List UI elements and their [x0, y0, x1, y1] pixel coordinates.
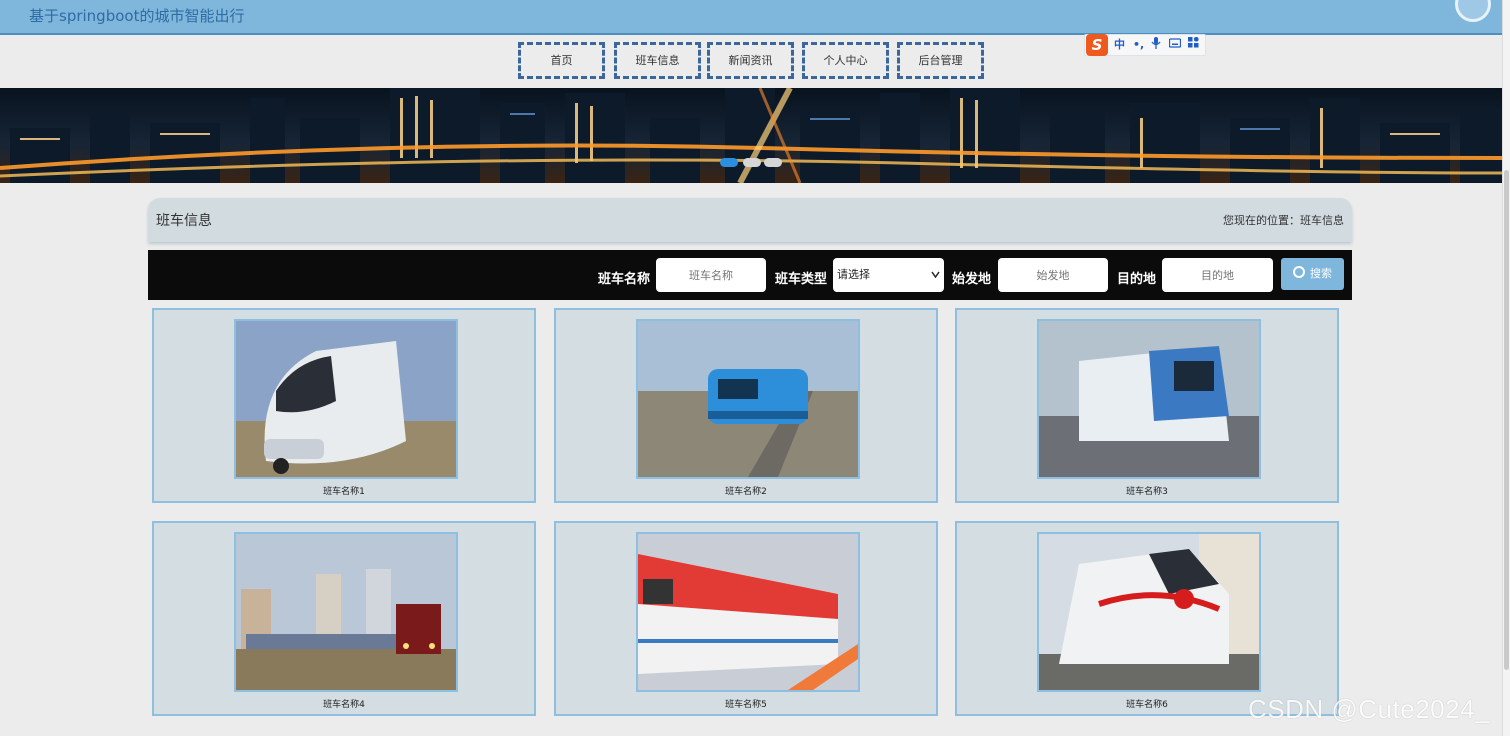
bus-image[interactable] — [234, 319, 458, 479]
carousel-dot-3[interactable] — [764, 158, 782, 167]
nav-item-admin[interactable]: 后台管理 — [897, 42, 984, 79]
search-button[interactable]: 搜索 — [1281, 258, 1344, 290]
red-white-train-photo — [638, 534, 858, 690]
bus-image[interactable] — [1037, 319, 1261, 479]
bus-image[interactable] — [234, 532, 458, 692]
breadcrumb-current[interactable]: 班车信息 — [1300, 214, 1344, 227]
origin-input[interactable] — [998, 258, 1108, 292]
bus-card[interactable]: 班车名称3 — [955, 308, 1339, 503]
bus-card[interactable]: 班车名称1 — [152, 308, 536, 503]
bus-card[interactable]: 班车名称6 — [955, 521, 1339, 716]
watermark: CSDN @Cute2024_ — [1248, 694, 1491, 724]
bus-type-label: 班车类型 — [775, 272, 828, 287]
bus-name: 班车名称2 — [725, 487, 767, 497]
nav-item-news[interactable]: 新闻资讯 — [707, 42, 794, 79]
bus-card[interactable]: 班车名称2 — [554, 308, 938, 503]
white-metro-train-photo — [236, 321, 456, 477]
site-title: 基于springboot的城市智能出行 — [29, 7, 245, 25]
destination-input[interactable] — [1162, 258, 1273, 292]
nav-item-profile[interactable]: 个人中心 — [802, 42, 889, 79]
apps-grid-icon[interactable] — [1188, 36, 1199, 54]
bus-image[interactable] — [636, 319, 860, 479]
bus-type-selected: 请选择 — [837, 268, 870, 281]
bus-name: 班车名称5 — [725, 700, 767, 710]
origin-label: 始发地 — [952, 272, 992, 287]
breadcrumb: 您现在的位置：班车信息 — [1223, 212, 1344, 228]
bus-name: 班车名称4 — [323, 700, 365, 710]
bus-name-label: 班车名称 — [598, 272, 651, 287]
bus-name: 班车名称1 — [323, 487, 365, 497]
user-avatar[interactable] — [1455, 0, 1491, 22]
bus-image[interactable] — [636, 532, 860, 692]
destination-label: 目的地 — [1117, 272, 1157, 287]
bus-image[interactable] — [1037, 532, 1261, 692]
bus-card[interactable]: 班车名称4 — [152, 521, 536, 716]
bus-name-input[interactable] — [656, 258, 766, 292]
page-title: 班车信息 — [156, 213, 212, 229]
carousel-dot-2[interactable] — [743, 158, 761, 167]
keyboard-icon[interactable] — [1168, 36, 1182, 54]
breadcrumb-prefix: 您现在的位置： — [1223, 214, 1300, 227]
search-button-label: 搜索 — [1310, 267, 1332, 280]
blue-white-train-at-platform-photo — [1039, 321, 1259, 477]
sogou-logo-icon[interactable]: S — [1086, 34, 1108, 56]
city-night-skyline-image — [0, 88, 1502, 183]
bus-card[interactable]: 班车名称5 — [554, 521, 938, 716]
red-locomotive-city-photo — [236, 534, 456, 690]
bus-name: 班车名称3 — [1126, 487, 1168, 497]
search-bar: 班车名称 班车类型 请选择 始发地 目的地 搜索 — [148, 250, 1352, 300]
search-icon — [1293, 266, 1305, 278]
punctuation-icon[interactable]: •, — [1133, 36, 1144, 54]
blue-train-on-tracks-photo — [638, 321, 858, 477]
chinese-mode-icon[interactable]: 中 — [1114, 36, 1125, 54]
scrollbar-thumb[interactable] — [1504, 170, 1509, 670]
breadcrumb-panel: 班车信息 您现在的位置：班车信息 — [148, 198, 1352, 242]
carousel-dot-1[interactable] — [720, 158, 738, 167]
top-header: 基于springboot的城市智能出行 — [0, 0, 1502, 35]
chevron-down-icon — [931, 258, 940, 307]
ime-toolbar: S 中 •, — [1084, 34, 1206, 56]
nav-item-home[interactable]: 首页 — [518, 42, 605, 79]
microphone-icon[interactable] — [1151, 36, 1161, 56]
bus-type-select[interactable]: 请选择 — [833, 258, 944, 292]
banner-carousel — [0, 88, 1502, 183]
white-train-red-ribbon-photo — [1039, 534, 1259, 690]
nav-item-bus-info[interactable]: 班车信息 — [614, 42, 701, 79]
